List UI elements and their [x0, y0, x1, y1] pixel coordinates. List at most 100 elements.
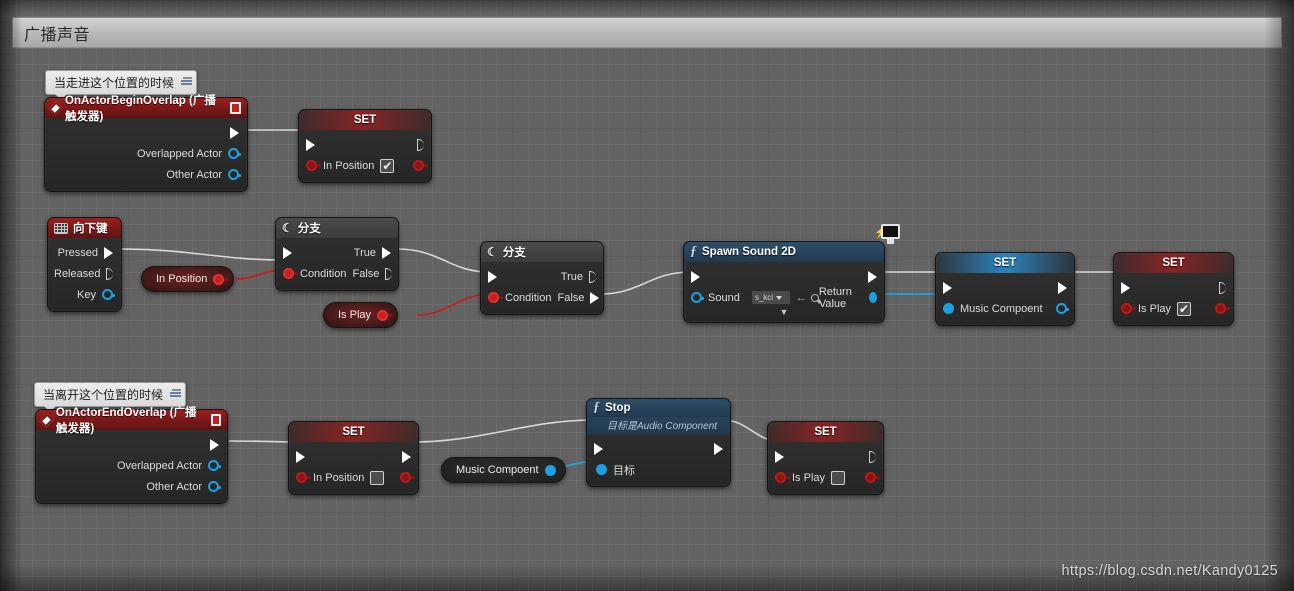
is-play-in-pin[interactable]: [1121, 303, 1136, 314]
event-stop-icon[interactable]: [230, 102, 241, 114]
exec-out-pin[interactable]: [230, 126, 239, 139]
node-input-key-down[interactable]: 向下键 Pressed Released Key: [47, 217, 122, 312]
pin-label: Sound: [708, 291, 740, 304]
exec-in-pin[interactable]: [488, 270, 497, 283]
music-component-out-pin[interactable]: [1056, 303, 1069, 314]
condition-pin[interactable]: [283, 268, 298, 279]
in-position-checkbox[interactable]: ✔: [380, 158, 395, 173]
node-set-is-play-true[interactable]: SET Is Play ✔: [1113, 252, 1234, 326]
is-play-in-pin[interactable]: [775, 472, 790, 483]
exec-row: [587, 438, 730, 459]
condition-pin[interactable]: [488, 292, 503, 303]
exec-out-pin[interactable]: [1219, 281, 1226, 294]
overlapped-actor-pin[interactable]: [208, 460, 221, 471]
node-title: Spawn Sound 2D: [702, 246, 796, 258]
overlapped-actor-pin[interactable]: [228, 148, 241, 159]
graph-title-bar[interactable]: 广播声音: [12, 17, 1282, 48]
comment-options-icon[interactable]: [168, 385, 182, 401]
pressed-exec-pin[interactable]: [104, 246, 113, 259]
node-header: ☾ 分支: [276, 218, 398, 238]
music-component-in-pin[interactable]: [943, 303, 954, 314]
variable-get-is-play[interactable]: Is Play: [323, 302, 399, 328]
pin-label: Condition: [505, 291, 552, 304]
released-exec-pin[interactable]: [106, 267, 113, 280]
false-exec-pin[interactable]: [385, 267, 393, 280]
exec-out-pin[interactable]: [714, 442, 723, 455]
exec-out-pin[interactable]: [402, 450, 411, 463]
node-branch-1[interactable]: ☾ 分支 True Condition False: [275, 217, 399, 291]
is-play-checkbox[interactable]: [831, 470, 846, 485]
node-stop[interactable]: ƒ Stop 目标是Audio Component 目标: [586, 398, 731, 487]
is-play-out-pin[interactable]: [377, 309, 393, 321]
variable-get-music-component[interactable]: Music Compoent: [441, 457, 566, 483]
exec-in-pin[interactable]: [296, 450, 305, 463]
node-spawn-sound-2d[interactable]: ⚡ ƒ Spawn Sound 2D Sound s_kci ←: [683, 224, 900, 323]
exec-out-pin[interactable]: [210, 438, 219, 451]
exec-in-pin[interactable]: [691, 270, 700, 283]
in-position-out-pin[interactable]: [400, 472, 415, 483]
other-actor-pin[interactable]: [228, 169, 241, 180]
key-pin[interactable]: [102, 289, 115, 300]
sound-pin[interactable]: [691, 292, 704, 303]
exec-in-pin[interactable]: [1121, 281, 1130, 294]
exec-out-pin[interactable]: [868, 270, 877, 283]
return-value-pin[interactable]: [869, 292, 877, 303]
pin-label: Other Actor: [166, 168, 222, 181]
variable-label: Is Play: [338, 309, 372, 321]
pin-label: Overlapped Actor: [137, 147, 222, 160]
true-exec-pin[interactable]: [382, 246, 391, 259]
music-component-out-pin[interactable]: [544, 464, 556, 476]
other-actor-pin[interactable]: [208, 481, 221, 492]
page-title: 广播声音: [24, 26, 91, 44]
exec-in-pin[interactable]: [943, 281, 952, 294]
comment-options-icon[interactable]: [179, 73, 193, 89]
is-play-out-pin[interactable]: [865, 472, 880, 483]
sound-asset-dropdown[interactable]: s_kci: [750, 290, 791, 305]
variable-get-in-position[interactable]: In Position: [141, 266, 235, 292]
pin-label: In Position: [323, 159, 375, 172]
node-title: SET: [342, 426, 365, 438]
node-title: SET: [993, 257, 1017, 269]
pin-label: Is Play: [792, 471, 826, 484]
pin-label: Key: [77, 288, 96, 301]
exec-row: [684, 266, 884, 287]
exec-row: [768, 446, 883, 467]
node-set-in-position-false[interactable]: SET In Position: [288, 421, 419, 495]
exec-in-pin[interactable]: [283, 246, 292, 259]
node-set-is-play-false[interactable]: SET Is Play: [767, 421, 884, 495]
exec-in-pin[interactable]: [594, 442, 603, 455]
exec-out-pin[interactable]: [417, 138, 424, 151]
pin-row-released: Released: [48, 263, 121, 284]
event-stop-icon[interactable]: [210, 414, 221, 426]
node-header: SET: [768, 422, 883, 442]
true-exec-pin[interactable]: [589, 270, 596, 283]
in-position-in-pin[interactable]: [296, 472, 311, 483]
in-position-out-pin[interactable]: [213, 273, 229, 285]
is-play-checkbox[interactable]: ✔: [1177, 301, 1192, 316]
pin-row-pressed: Pressed: [48, 242, 121, 263]
exec-in-pin[interactable]: [775, 450, 784, 463]
browse-asset-icon[interactable]: [810, 293, 819, 302]
exec-out-pin[interactable]: [869, 450, 876, 463]
pin-label: False: [352, 267, 380, 280]
node-set-in-position-true[interactable]: SET In Position ✔: [298, 109, 432, 183]
pin-row-is-play: Is Play ✔: [1114, 298, 1233, 319]
pin-label: In Position: [313, 471, 365, 484]
exec-in-pin[interactable]: [306, 138, 315, 151]
in-position-checkbox[interactable]: [370, 470, 385, 485]
node-set-music-component[interactable]: SET Music Compoent: [935, 252, 1075, 326]
in-position-out-pin[interactable]: [413, 160, 428, 171]
variable-label: Music Compoent: [456, 464, 539, 476]
in-position-in-pin[interactable]: [306, 160, 321, 171]
row-condition-false: Condition False: [276, 263, 398, 284]
node-branch-2[interactable]: ☾ 分支 True Condition False: [480, 241, 604, 315]
false-exec-pin[interactable]: [590, 291, 600, 304]
use-selected-asset-icon[interactable]: ←: [796, 292, 807, 304]
target-pin[interactable]: [596, 464, 607, 475]
pin-row-is-play: Is Play: [768, 467, 883, 488]
node-on-actor-end-overlap[interactable]: OnActorEndOverlap (广播触发器) Overlapped Act…: [35, 407, 228, 504]
exec-out-pin[interactable]: [1058, 281, 1067, 294]
row-sound-return: Sound s_kci ← Return Value: [684, 286, 884, 310]
node-on-actor-begin-overlap[interactable]: OnActorBeginOverlap (广播触发器) Overlapped A…: [44, 95, 248, 192]
is-play-out-pin[interactable]: [1215, 303, 1230, 314]
